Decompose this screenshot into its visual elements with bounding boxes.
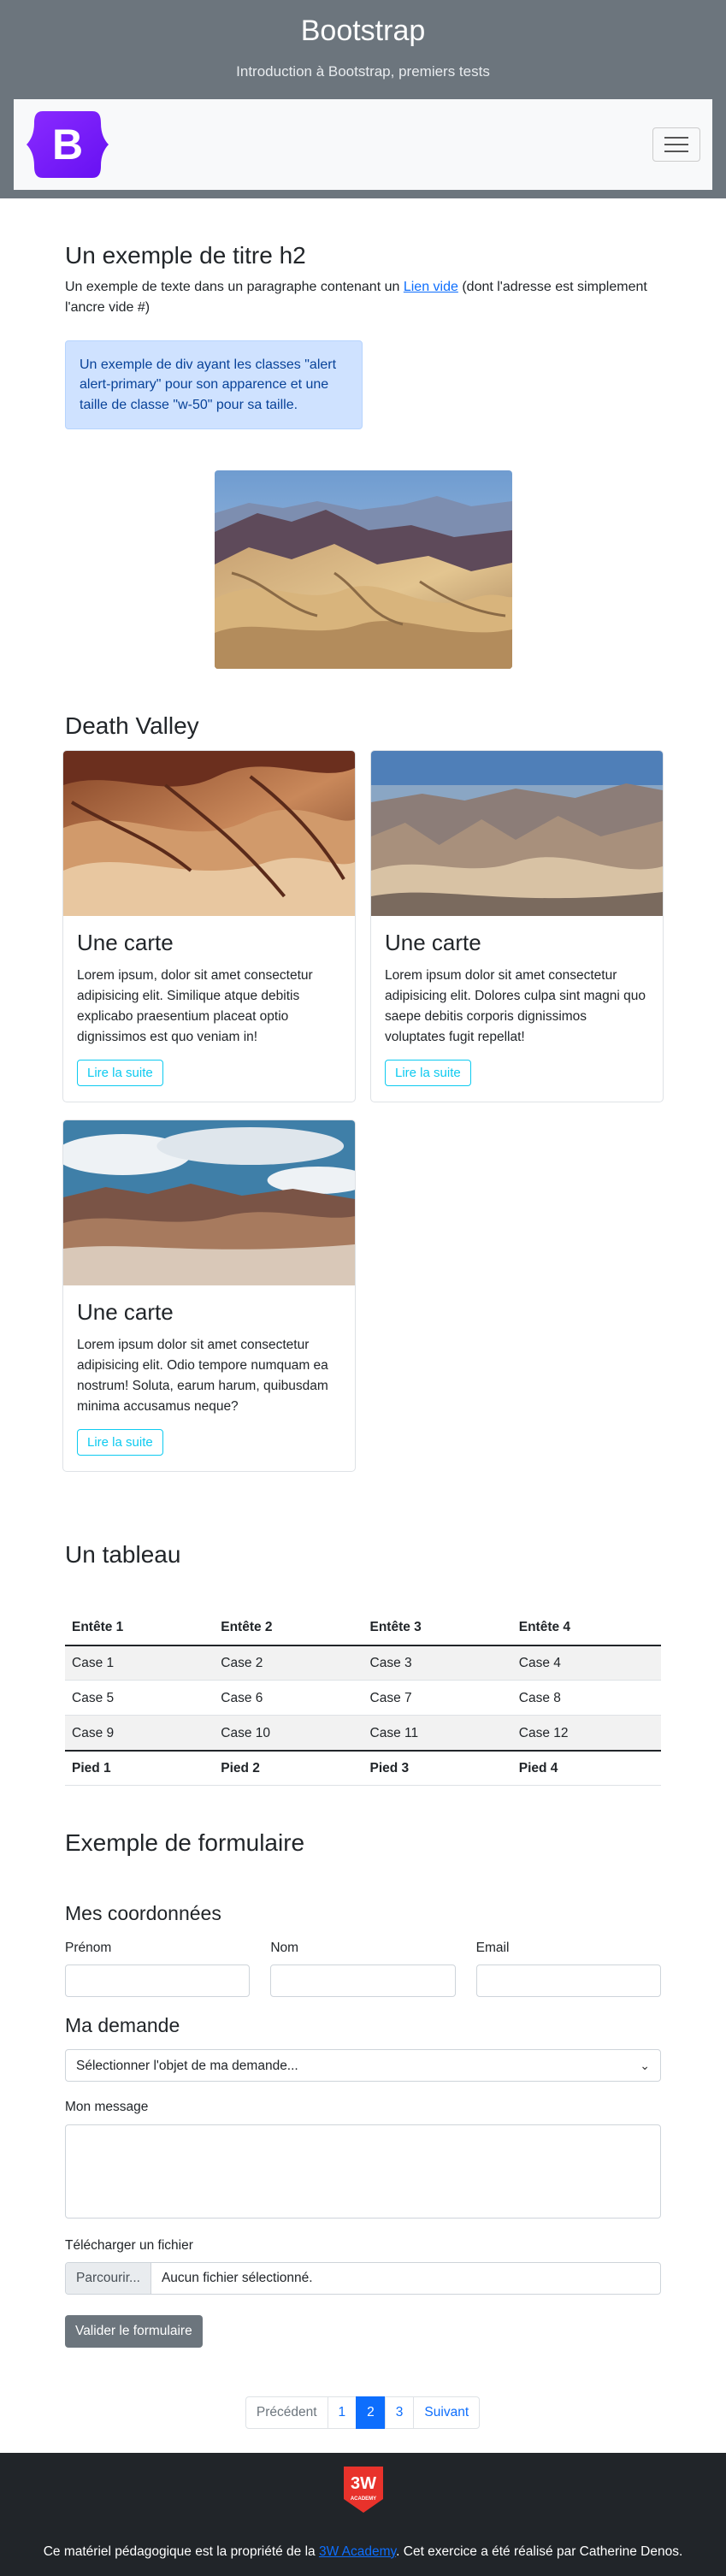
firstname-field[interactable]: [65, 1964, 251, 1997]
card-title: Une carte: [77, 1299, 174, 1326]
table-row: Case 9 Case 10 Case 11 Case 12: [65, 1715, 661, 1752]
empty-link[interactable]: Lien vide: [404, 280, 458, 294]
read-more-button[interactable]: Lire la suite: [385, 1059, 471, 1086]
pagination: Précédent 1 2 3 Suivant: [65, 2396, 661, 2429]
table-header-cell: Entête 1: [65, 1610, 215, 1646]
read-more-button[interactable]: Lire la suite: [77, 1428, 163, 1456]
card-image: [63, 751, 355, 917]
navbar-toggler-button[interactable]: [652, 127, 700, 162]
card-title: Une carte: [385, 930, 481, 956]
demande-heading: Ma demande: [65, 2013, 180, 2036]
card-text: Lorem ipsum dolor sit amet consectetur a…: [385, 967, 646, 1044]
3w-academy-logo: 3W ACADEMY: [343, 2466, 383, 2513]
bootstrap-logo[interactable]: B: [26, 108, 109, 181]
table-footer-cell: Pied 4: [511, 1749, 661, 1787]
hamburger-icon: [664, 137, 688, 139]
contact-form: Mes coordonnées Prénom Nom Email Ma dema…: [65, 1902, 661, 2348]
lastname-field[interactable]: [270, 1964, 456, 1997]
select-value: Sélectionner l'objet de ma demande...: [76, 2058, 298, 2073]
read-more-button[interactable]: Lire la suite: [77, 1059, 163, 1086]
pagination-previous[interactable]: Précédent: [245, 2396, 328, 2429]
page-subtitle: Introduction à Bootstrap, premiers tests: [236, 62, 490, 80]
coords-heading: Mes coordonnées: [65, 1902, 221, 1925]
data-table: Entête 1 Entête 2 Entête 3 Entête 4 Case…: [65, 1610, 661, 1787]
browse-button[interactable]: Parcourir...: [66, 2262, 151, 2294]
table-header-row: Entête 1 Entête 2 Entête 3 Entête 4: [65, 1610, 661, 1646]
page-footer: 3W ACADEMY Ce matériel pédagogique est l…: [0, 2452, 726, 2576]
intro-paragraph: Un exemple de texte dans un paragraphe c…: [65, 279, 647, 316]
intro-section: Un exemple de titre h2 Un exemple de tex…: [65, 241, 661, 429]
page-header: Bootstrap Introduction à Bootstrap, prem…: [0, 0, 726, 198]
3w-academy-link[interactable]: 3W Academy: [319, 2544, 396, 2559]
table-cell: Case 9: [65, 1715, 215, 1752]
table-heading: Un tableau: [65, 1541, 181, 1569]
table-cell: Case 10: [214, 1715, 363, 1752]
table-cell: Case 1: [65, 1645, 215, 1681]
card-image: [371, 751, 663, 917]
card-title: Une carte: [77, 930, 174, 956]
table-cell: Case 12: [511, 1715, 661, 1752]
firstname-label: Prénom: [65, 1940, 112, 1955]
table-footer-row: Pied 1 Pied 2 Pied 3 Pied 4: [65, 1749, 661, 1787]
svg-text:3W: 3W: [351, 2474, 376, 2493]
pagination-page-3[interactable]: 3: [384, 2396, 415, 2429]
death-valley-hero-image: [214, 470, 512, 669]
pagination-page-2[interactable]: 2: [356, 2396, 386, 2429]
card-text: Lorem ipsum dolor sit amet consectetur a…: [77, 1337, 328, 1414]
intro-heading: Un exemple de titre h2: [65, 242, 306, 269]
chevron-down-icon: ⌄: [640, 2058, 650, 2072]
svg-text:ACADEMY: ACADEMY: [350, 2496, 375, 2502]
email-label: Email: [475, 1940, 510, 1955]
cards-grid: Une carte Lorem ipsum, dolor sit amet co…: [62, 750, 664, 1491]
table-footer-cell: Pied 3: [363, 1749, 512, 1787]
pagination-next[interactable]: Suivant: [413, 2396, 481, 2429]
table-cell: Case 2: [214, 1645, 363, 1681]
svg-text:B: B: [52, 121, 83, 168]
navbar: B: [14, 99, 712, 191]
table-header-cell: Entête 4: [511, 1610, 661, 1646]
message-label: Mon message: [65, 2100, 149, 2115]
card: Une carte Lorem ipsum, dolor sit amet co…: [62, 750, 356, 1102]
table-cell: Case 3: [363, 1645, 512, 1681]
alert-primary: Un exemple de div ayant les classes "ale…: [65, 340, 363, 429]
table-footer-cell: Pied 2: [214, 1749, 363, 1787]
table-row: Case 1 Case 2 Case 3 Case 4: [65, 1645, 661, 1681]
file-name-text: Aucun fichier sélectionné.: [161, 2271, 313, 2286]
table-cell: Case 8: [511, 1680, 661, 1716]
table-cell: Case 4: [511, 1645, 661, 1681]
card: Une carte Lorem ipsum dolor sit amet con…: [370, 750, 664, 1102]
table-header-cell: Entête 2: [214, 1610, 363, 1646]
pagination-page-1[interactable]: 1: [327, 2396, 357, 2429]
table-row: Case 5 Case 6 Case 7 Case 8: [65, 1680, 661, 1716]
main-content: Un exemple de titre h2 Un exemple de tex…: [62, 241, 664, 2429]
form-heading: Exemple de formulaire: [65, 1829, 305, 1857]
email-field[interactable]: [475, 1964, 661, 1997]
submit-button[interactable]: Valider le formulaire: [65, 2314, 203, 2348]
table-cell: Case 11: [363, 1715, 512, 1752]
card-text: Lorem ipsum, dolor sit amet consectetur …: [77, 967, 313, 1044]
table-cell: Case 6: [214, 1680, 363, 1716]
request-subject-select[interactable]: Sélectionner l'objet de ma demande... ⌄: [65, 2049, 661, 2083]
lastname-label: Nom: [270, 1940, 299, 1955]
file-label: Télécharger un fichier: [65, 2237, 193, 2253]
card-image: [63, 1120, 355, 1286]
table-footer-cell: Pied 1: [65, 1749, 215, 1787]
card: Une carte Lorem ipsum dolor sit amet con…: [62, 1120, 356, 1472]
file-input[interactable]: Parcourir... Aucun fichier sélectionné.: [65, 2261, 661, 2295]
death-valley-heading: Death Valley: [65, 712, 199, 739]
message-textarea[interactable]: [65, 2124, 661, 2219]
table-header-cell: Entête 3: [363, 1610, 512, 1646]
table-cell: Case 5: [65, 1680, 215, 1716]
footer-text: Ce matériel pédagogique est la propriété…: [43, 2544, 683, 2559]
table-cell: Case 7: [363, 1680, 512, 1716]
page-title: Bootstrap: [300, 15, 426, 47]
